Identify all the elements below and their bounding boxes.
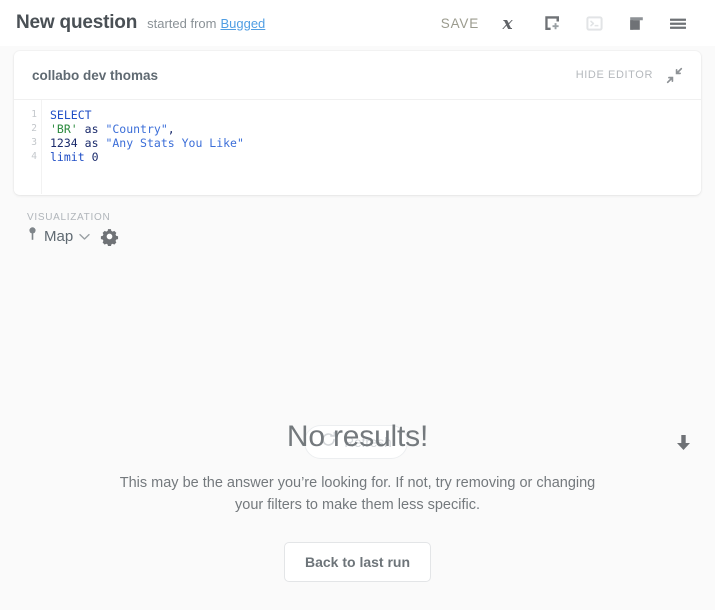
sql-keyword: SELECT [50, 108, 92, 122]
code-line: 1234 as "Any Stats You Like" [50, 136, 701, 150]
code-line: 'BR' as "Country", [50, 122, 701, 136]
native-query-editor-card: collabo dev thomas HIDE EDITOR 1 2 3 4 S [14, 51, 701, 195]
sql-punctuation: , [167, 122, 175, 136]
code-line: limit 0 [50, 150, 701, 164]
gear-icon[interactable] [100, 227, 119, 246]
sql-number: 0 [91, 150, 99, 164]
visualization-toolbar: VISUALIZATION Map Refresh [0, 205, 715, 459]
sql-number: 1234 [50, 136, 78, 150]
contract-arrows-icon[interactable] [661, 62, 687, 88]
started-from-label: started from Bugged [147, 16, 265, 31]
chevron-down-icon [79, 228, 90, 246]
visualization-type-button[interactable]: Map [27, 226, 90, 247]
hide-editor-button[interactable]: HIDE EDITOR [576, 69, 653, 81]
empty-state-title: No results! [286, 420, 429, 453]
sql-alias: "Country" [105, 122, 168, 136]
code-line: SELECT [50, 108, 701, 122]
sql-keyword: limit [50, 150, 85, 164]
started-from-text: started from [147, 16, 217, 31]
visualization-type-label: Map [44, 228, 74, 245]
line-number: 4 [31, 151, 37, 162]
editor-header-actions: HIDE EDITOR [576, 62, 687, 88]
source-question-link[interactable]: Bugged [220, 16, 265, 31]
top-header-bar: New question started from Bugged SAVE x [0, 0, 715, 46]
svg-text:x: x [501, 14, 513, 33]
console-icon[interactable] [573, 3, 615, 43]
sql-code-editor[interactable]: 1 2 3 4 SELECT 'BR' as "Country", 1234 a… [14, 100, 701, 194]
add-to-dashboard-icon[interactable] [531, 3, 573, 43]
duplicate-icon[interactable] [615, 3, 657, 43]
variables-icon[interactable]: x [489, 3, 531, 43]
map-pin-icon [27, 226, 38, 247]
sql-operator: as [84, 122, 99, 136]
no-results-empty-state: No results! This may be the answer you’r… [0, 420, 715, 582]
empty-state-description: This may be the answer you’re looking fo… [119, 475, 596, 513]
editor-header: collabo dev thomas HIDE EDITOR [14, 51, 701, 100]
sql-string: 'BR' [50, 122, 78, 136]
save-button[interactable]: SAVE [431, 10, 489, 37]
back-to-last-run-button[interactable]: Back to last run [283, 542, 432, 582]
sql-alias: "Any Stats You Like" [105, 136, 244, 150]
title-block: New question started from Bugged [16, 12, 265, 34]
line-number: 2 [31, 123, 37, 134]
visualization-selector-group: VISUALIZATION Map [27, 212, 119, 247]
line-number: 3 [31, 137, 37, 148]
database-selector[interactable]: collabo dev thomas [32, 68, 158, 83]
header-actions: SAVE x [431, 3, 699, 43]
sql-text[interactable]: SELECT 'BR' as "Country", 1234 as "Any S… [42, 100, 701, 194]
line-number-gutter: 1 2 3 4 [14, 100, 42, 194]
line-number: 1 [31, 109, 37, 120]
visualization-section-label: VISUALIZATION [27, 212, 111, 223]
question-page: New question started fromBugged SAVE x [0, 0, 715, 610]
hamburger-menu-icon[interactable] [657, 3, 699, 43]
sql-operator: as [84, 136, 99, 150]
page-title: New question [16, 12, 138, 33]
